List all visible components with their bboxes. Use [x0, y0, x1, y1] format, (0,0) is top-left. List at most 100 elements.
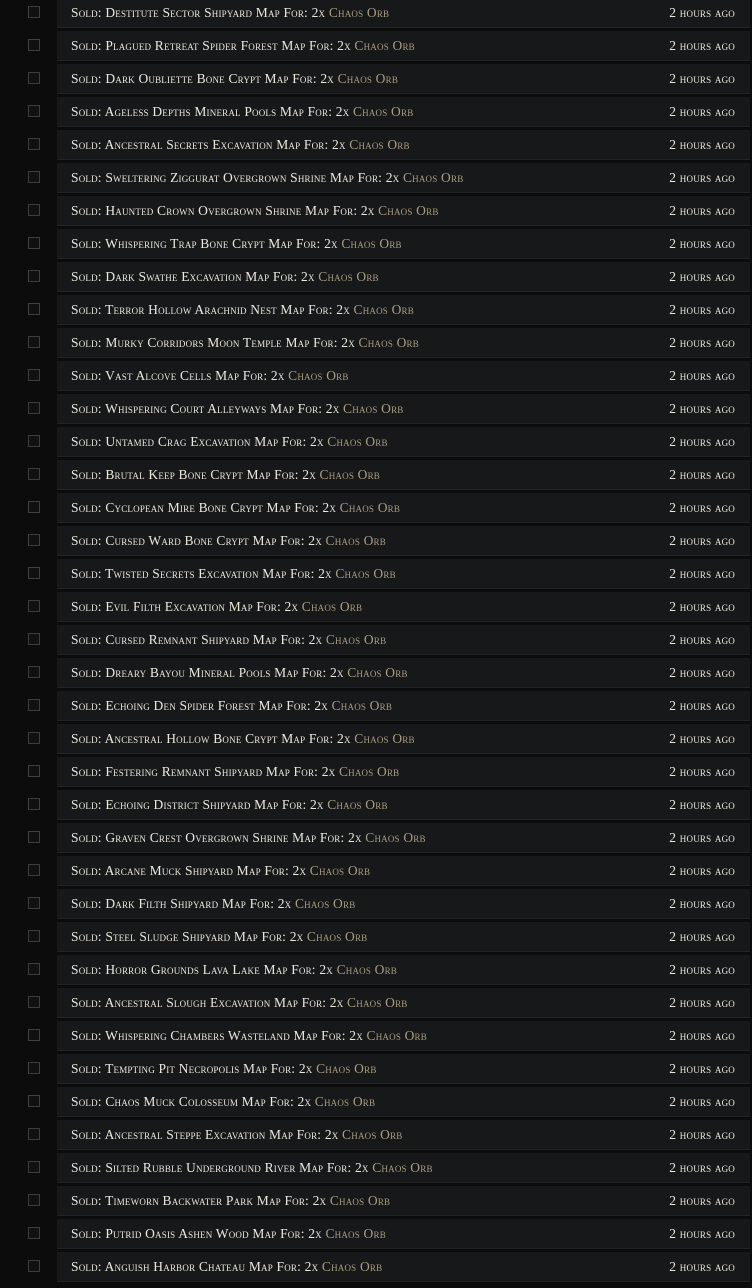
timestamp: 2 hours ago	[669, 863, 735, 878]
timestamp: 2 hours ago	[669, 104, 735, 119]
notification-message: Sold: Evil Filth Excavation Map For: 2x …	[71, 590, 362, 623]
row-checkbox[interactable]	[28, 930, 40, 942]
notification-message: Sold: Tempting Pit Necropolis Map For: 2…	[71, 1052, 377, 1085]
sale-text: Sold: Ancestral Secrets Excavation Map F…	[71, 137, 346, 152]
row-checkbox[interactable]	[28, 237, 40, 249]
row-checkbox[interactable]	[28, 600, 40, 612]
notification-row: Sold: Horror Grounds Lava Lake Map For: …	[0, 953, 752, 986]
row-checkbox[interactable]	[28, 864, 40, 876]
sale-text: Sold: Steel Sludge Shipyard Map For: 2x	[71, 929, 304, 944]
timestamp: 2 hours ago	[669, 38, 735, 53]
currency-name: Chaos Orb	[327, 797, 388, 812]
row-checkbox[interactable]	[28, 1128, 40, 1140]
row-checkbox[interactable]	[28, 1194, 40, 1206]
timestamp: 2 hours ago	[669, 599, 735, 614]
notification-message: Sold: Cursed Ward Bone Crypt Map For: 2x…	[71, 524, 386, 557]
notification-list: Sold: Destitute Sector Shipyard Map For:…	[0, 0, 752, 1288]
currency-name: Chaos Orb	[341, 236, 402, 251]
row-checkbox[interactable]	[28, 1095, 40, 1107]
notification-message: Sold: Anguish Harbor Chateau Map For: 2x…	[71, 1250, 382, 1283]
row-checkbox[interactable]	[28, 402, 40, 414]
currency-name: Chaos Orb	[366, 1028, 427, 1043]
row-checkbox[interactable]	[28, 1227, 40, 1239]
notification-message: Sold: Ancestral Slough Excavation Map Fo…	[71, 986, 408, 1019]
row-checkbox[interactable]	[28, 336, 40, 348]
notification-message: Sold: Dark Filth Shipyard Map For: 2x Ch…	[71, 887, 355, 920]
notification-row: Sold: Echoing District Shipyard Map For:…	[0, 788, 752, 821]
row-checkbox[interactable]	[28, 765, 40, 777]
row-checkbox[interactable]	[28, 1029, 40, 1041]
currency-name: Chaos Orb	[314, 1094, 376, 1109]
row-checkbox[interactable]	[28, 72, 40, 84]
row-checkbox[interactable]	[28, 468, 40, 480]
row-checkbox[interactable]	[28, 369, 40, 381]
row-checkbox[interactable]	[28, 501, 40, 513]
notification-row: Sold: Anguish Harbor Chateau Map For: 2x…	[0, 1250, 752, 1283]
row-checkbox[interactable]	[28, 1260, 40, 1272]
row-checkbox[interactable]	[28, 6, 40, 18]
timestamp: 2 hours ago	[669, 764, 735, 779]
notification-row: Sold: Untamed Crag Excavation Map For: 2…	[0, 425, 752, 458]
row-checkbox[interactable]	[28, 270, 40, 282]
timestamp: 2 hours ago	[669, 995, 735, 1010]
row-checkbox[interactable]	[28, 39, 40, 51]
row-checkbox[interactable]	[28, 831, 40, 843]
notification-message: Sold: Ancestral Secrets Excavation Map F…	[71, 128, 410, 161]
sale-text: Sold: Horror Grounds Lava Lake Map For: …	[71, 962, 333, 977]
row-checkbox[interactable]	[28, 567, 40, 579]
row-checkbox[interactable]	[28, 897, 40, 909]
row-checkbox[interactable]	[28, 435, 40, 447]
row-checkbox[interactable]	[28, 138, 40, 150]
row-checkbox[interactable]	[28, 1062, 40, 1074]
currency-name: Chaos Orb	[352, 104, 414, 119]
currency-name: Chaos Orb	[337, 71, 399, 86]
row-checkbox[interactable]	[28, 699, 40, 711]
currency-name: Chaos Orb	[365, 830, 426, 845]
currency-name: Chaos Orb	[342, 1127, 403, 1142]
currency-name: Chaos Orb	[319, 467, 380, 482]
row-checkbox[interactable]	[28, 963, 40, 975]
row-checkbox[interactable]	[28, 732, 40, 744]
timestamp: 2 hours ago	[669, 467, 735, 482]
sale-text: Sold: Whispering Chambers Wasteland Map …	[71, 1028, 363, 1043]
notification-row: Sold: Haunted Crown Overgrown Shrine Map…	[0, 194, 752, 227]
notification-message: Sold: Festering Remnant Shipyard Map For…	[71, 755, 399, 788]
sale-text: Sold: Dark Filth Shipyard Map For: 2x	[71, 896, 292, 911]
sale-text: Sold: Evil Filth Excavation Map For: 2x	[71, 599, 299, 614]
notification-message: Sold: Silted Rubble Underground River Ma…	[71, 1151, 433, 1184]
notification-message: Sold: Arcane Muck Shipyard Map For: 2x C…	[71, 854, 370, 887]
timestamp: 2 hours ago	[669, 71, 735, 86]
row-checkbox[interactable]	[28, 534, 40, 546]
row-checkbox[interactable]	[28, 798, 40, 810]
notification-message: Sold: Dark Swathe Excavation Map For: 2x…	[71, 260, 379, 293]
currency-name: Chaos Orb	[339, 500, 401, 515]
sale-text: Sold: Whispering Court Alleyways Map For…	[71, 401, 340, 416]
row-checkbox[interactable]	[28, 105, 40, 117]
sale-text: Sold: Twisted Secrets Excavation Map For…	[71, 566, 332, 581]
notification-row: Sold: Evil Filth Excavation Map For: 2x …	[0, 590, 752, 623]
notification-message: Sold: Terror Hollow Arachnid Nest Map Fo…	[71, 293, 414, 326]
timestamp: 2 hours ago	[669, 5, 735, 20]
notification-message: Sold: Plagued Retreat Spider Forest Map …	[71, 29, 415, 62]
row-checkbox[interactable]	[28, 171, 40, 183]
sale-text: Sold: Cursed Ward Bone Crypt Map For: 2x	[71, 533, 322, 548]
currency-name: Chaos Orb	[354, 731, 415, 746]
notification-message: Sold: Dark Oubliette Bone Crypt Map For:…	[71, 62, 398, 95]
notification-row: Sold: Ancestral Secrets Excavation Map F…	[0, 128, 752, 161]
timestamp: 2 hours ago	[669, 170, 735, 185]
currency-name: Chaos Orb	[328, 5, 390, 20]
row-checkbox[interactable]	[28, 1161, 40, 1173]
timestamp: 2 hours ago	[669, 1028, 735, 1043]
currency-name: Chaos Orb	[372, 1160, 433, 1175]
notification-message: Sold: Ageless Depths Mineral Pools Map F…	[71, 95, 413, 128]
notification-row: Sold: Destitute Sector Shipyard Map For:…	[0, 0, 752, 29]
row-checkbox[interactable]	[28, 666, 40, 678]
sale-text: Sold: Murky Corridors Moon Temple Map Fo…	[71, 335, 355, 350]
row-checkbox[interactable]	[28, 204, 40, 216]
sale-text: Sold: Ancestral Hollow Bone Crypt Map Fo…	[71, 731, 351, 746]
timestamp: 2 hours ago	[669, 1193, 735, 1208]
row-checkbox[interactable]	[28, 633, 40, 645]
notification-message: Sold: Whispering Chambers Wasteland Map …	[71, 1019, 427, 1052]
row-checkbox[interactable]	[28, 996, 40, 1008]
row-checkbox[interactable]	[28, 303, 40, 315]
